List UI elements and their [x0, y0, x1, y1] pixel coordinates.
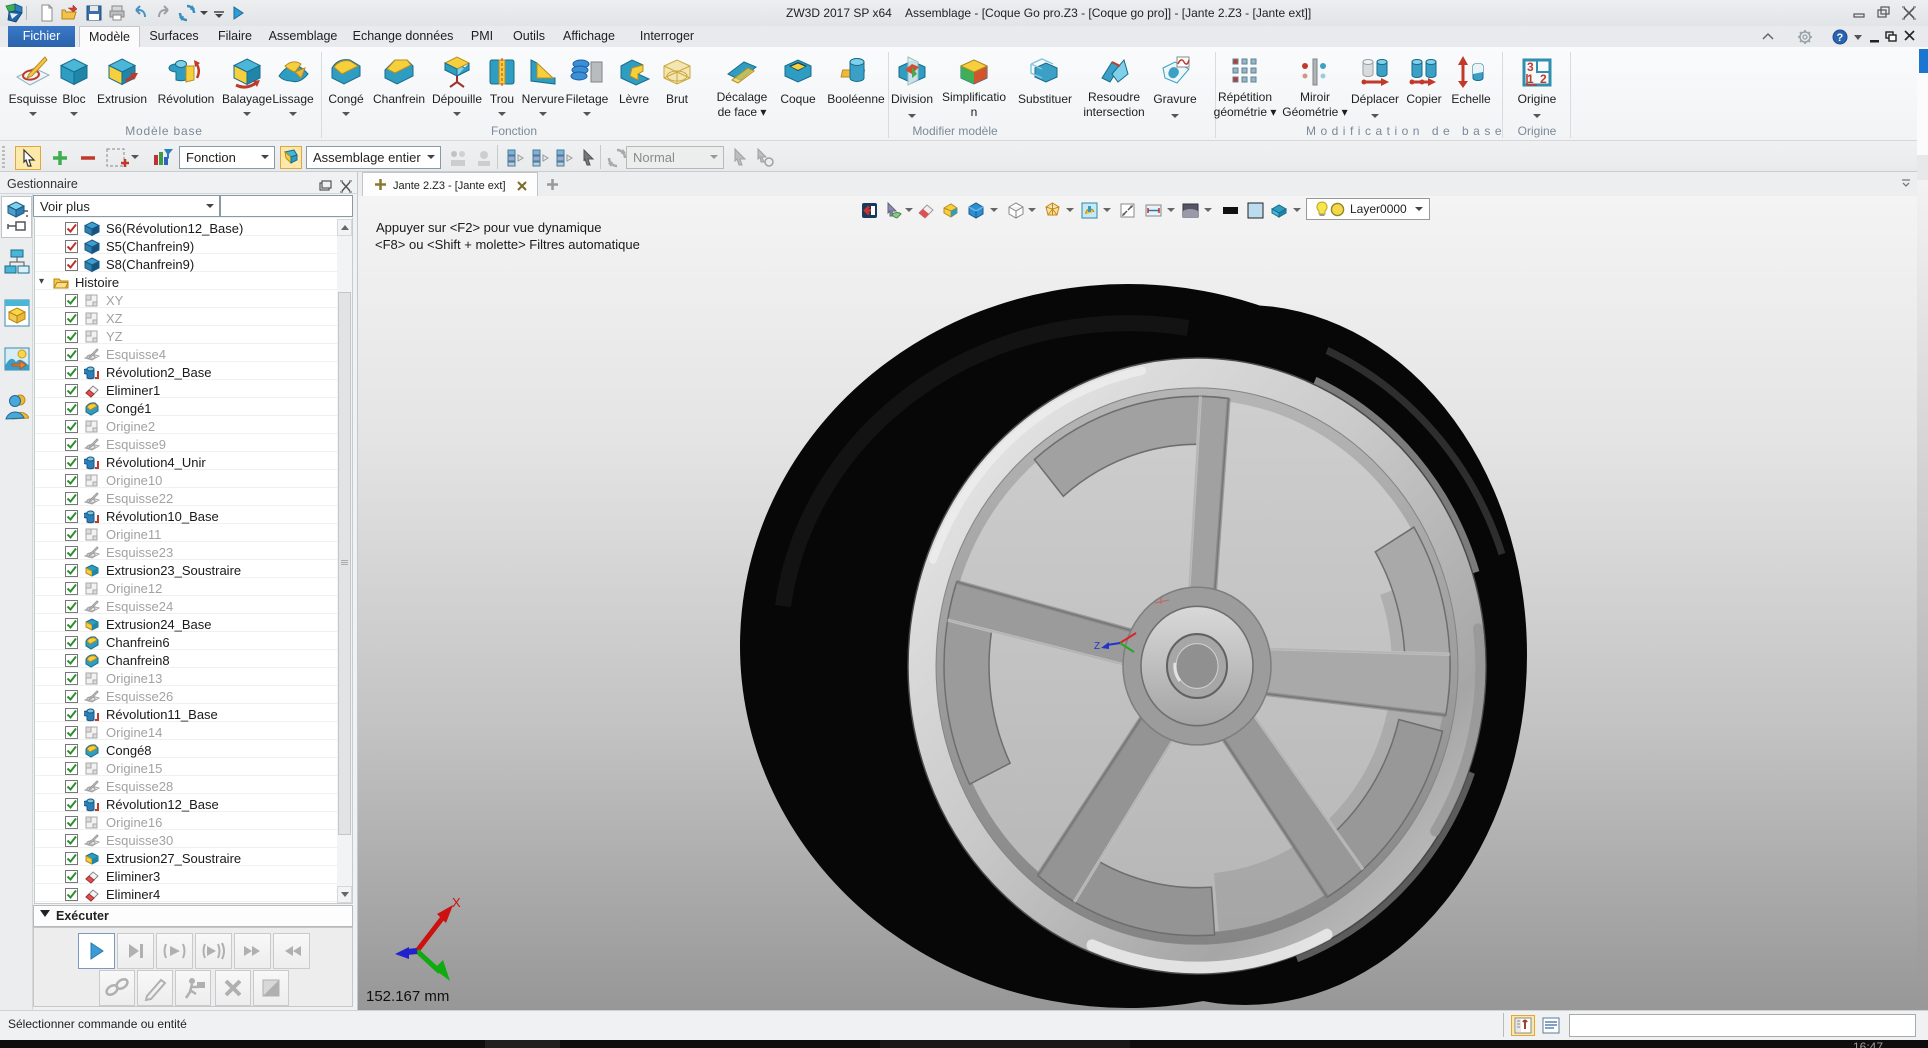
svg-text:Z: Z [1094, 641, 1100, 652]
svg-text:1: 1 [1527, 72, 1534, 86]
svg-text:2: 2 [1540, 72, 1547, 86]
svg-text:?: ? [1837, 32, 1844, 44]
svg-text:X: X [452, 895, 461, 910]
